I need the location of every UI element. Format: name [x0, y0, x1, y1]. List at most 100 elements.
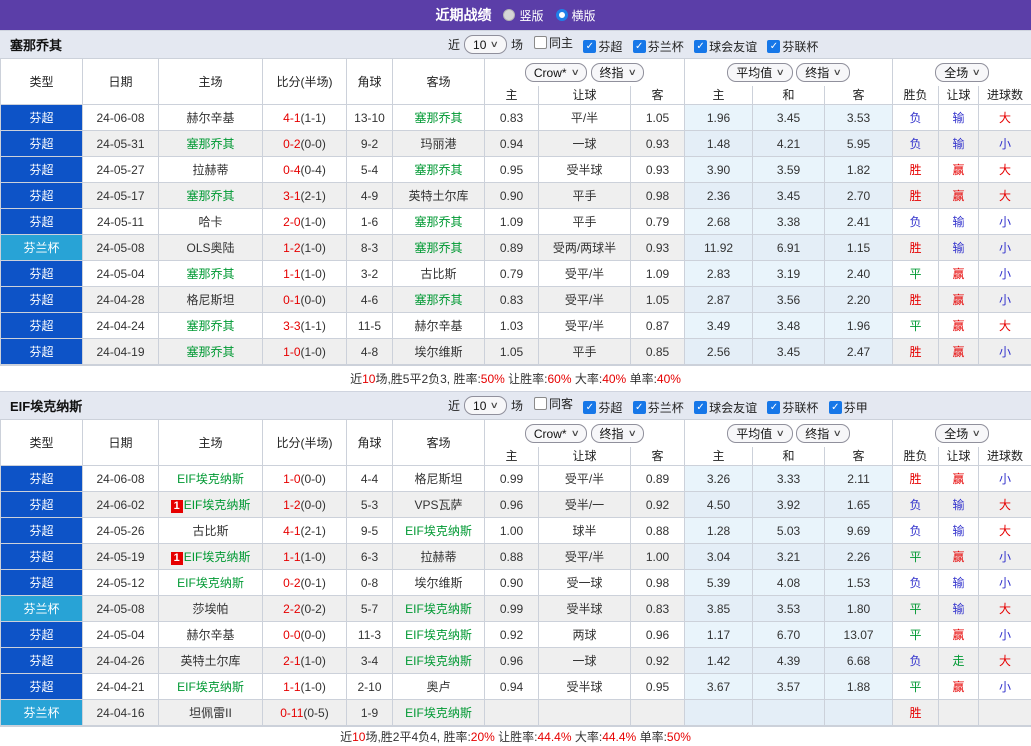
score-cell: 2-1(1-0): [263, 648, 347, 674]
score-cell: 0-1(0-0): [263, 287, 347, 313]
avg-draw: 3.59: [753, 157, 825, 183]
bookmaker-select[interactable]: Crow*∨: [525, 63, 587, 82]
avg-stage-select[interactable]: 终指∨: [796, 424, 850, 443]
avg-away: 1.65: [825, 492, 893, 518]
avg-select[interactable]: 平均值∨: [727, 424, 793, 443]
result-handicap: 赢: [939, 622, 979, 648]
radio-vertical-layout[interactable]: [503, 9, 515, 21]
radio-horizontal-label[interactable]: 横版: [572, 7, 596, 24]
result-handicap: [939, 700, 979, 726]
checkbox-label[interactable]: 球会友谊: [709, 399, 757, 416]
checkbox-label[interactable]: 同客: [549, 395, 573, 412]
col-odds-home: 主: [485, 86, 539, 105]
bookmaker-select[interactable]: Crow*∨: [525, 424, 587, 443]
checkbox-icon[interactable]: [583, 40, 596, 53]
chevron-down-icon: ∨: [570, 67, 579, 78]
league-filter-checkbox[interactable]: 芬超: [583, 399, 622, 416]
league-badge: 芬超: [1, 674, 83, 700]
corner-cell: 3-2: [347, 261, 393, 287]
odds-away: 0.83: [631, 596, 685, 622]
avg-home: 3.85: [685, 596, 753, 622]
score-cell: 4-1(1-1): [263, 105, 347, 131]
league-filter-checkbox[interactable]: 芬联杯: [767, 399, 818, 416]
col-avg-home: 主: [685, 447, 753, 466]
avg-home: 3.49: [685, 313, 753, 339]
checkbox-label[interactable]: 芬超: [598, 399, 622, 416]
checkbox-icon[interactable]: [633, 40, 646, 53]
col-res-goals: 进球数: [979, 447, 1031, 466]
league-filter-checkbox[interactable]: 芬兰杯: [633, 399, 684, 416]
checkbox-icon[interactable]: [767, 40, 780, 53]
odds-handicap: 受半/一: [539, 492, 631, 518]
match-date: 24-04-19: [83, 339, 159, 365]
games-count-select[interactable]: 10∨: [464, 35, 507, 54]
avg-select[interactable]: 平均值∨: [727, 63, 793, 82]
checkbox-label[interactable]: 芬甲: [844, 399, 868, 416]
odds-away: 0.96: [631, 622, 685, 648]
league-filter-checkbox[interactable]: 同客: [534, 395, 573, 412]
odds-handicap: 平手: [539, 339, 631, 365]
league-filter-checkbox[interactable]: 球会友谊: [694, 399, 757, 416]
fulltime-select[interactable]: 全场∨: [935, 424, 989, 443]
home-team: 1EIF埃克纳斯: [159, 544, 263, 570]
score-cell: 4-1(2-1): [263, 518, 347, 544]
odds-handicap: [539, 700, 631, 726]
league-filter-checkbox[interactable]: 芬甲: [829, 399, 868, 416]
corner-cell: 13-10: [347, 105, 393, 131]
corner-cell: 2-10: [347, 674, 393, 700]
odds-handicap: 平手: [539, 183, 631, 209]
league-filter-checkbox[interactable]: 同主: [534, 34, 573, 51]
checkbox-icon[interactable]: [694, 40, 707, 53]
avg-home: 3.04: [685, 544, 753, 570]
checkbox-label[interactable]: 同主: [549, 34, 573, 51]
result-wdl: 平: [893, 313, 939, 339]
avg-away: 1.96: [825, 313, 893, 339]
fulltime-select[interactable]: 全场∨: [935, 63, 989, 82]
fulltime-score: 0-0: [283, 628, 300, 642]
checkbox-label[interactable]: 芬兰杯: [648, 38, 684, 55]
avg-stage-select[interactable]: 终指∨: [796, 63, 850, 82]
match-date: 24-04-24: [83, 313, 159, 339]
checkbox-label[interactable]: 芬联杯: [782, 38, 818, 55]
table-row: 芬超 24-04-24 塞那乔其 3-3(1-1) 11-5 赫尔辛基 1.03…: [1, 313, 1031, 339]
radio-horizontal-layout[interactable]: [556, 9, 568, 21]
result-wdl: 胜: [893, 157, 939, 183]
checkbox-label[interactable]: 芬超: [598, 38, 622, 55]
odds-stage-select[interactable]: 终指∨: [591, 424, 645, 443]
checkbox-icon[interactable]: [534, 36, 547, 49]
score-cell: 1-1(1-0): [263, 674, 347, 700]
avg-away: 3.53: [825, 105, 893, 131]
checkbox-label[interactable]: 球会友谊: [709, 38, 757, 55]
checkbox-icon[interactable]: [694, 401, 707, 414]
league-filter-checkbox[interactable]: 芬联杯: [767, 38, 818, 55]
team-section-1: 塞那乔其 近 10∨ 场 同主 芬超 芬兰杯 球会友谊 芬联杯: [0, 30, 1031, 391]
league-filter-checkbox[interactable]: 球会友谊: [694, 38, 757, 55]
result-goals: 大: [979, 518, 1031, 544]
checkbox-label[interactable]: 芬联杯: [782, 399, 818, 416]
result-wdl: 负: [893, 648, 939, 674]
league-filter-checkbox[interactable]: 芬兰杯: [633, 38, 684, 55]
checkbox-icon[interactable]: [633, 401, 646, 414]
radio-vertical-label[interactable]: 竖版: [519, 7, 543, 24]
odds-handicap: 球半: [539, 518, 631, 544]
summary-line: 近10场,胜5平2负3, 胜率:50% 让胜率:60% 大率:40% 单率:40…: [0, 365, 1031, 391]
odds-away: 0.88: [631, 518, 685, 544]
checkbox-icon[interactable]: [583, 401, 596, 414]
checkbox-icon[interactable]: [534, 397, 547, 410]
checkbox-label[interactable]: 芬兰杯: [648, 399, 684, 416]
checkbox-icon[interactable]: [829, 401, 842, 414]
halftime-score: (0-0): [301, 498, 326, 512]
col-odds-handicap: 让球: [539, 86, 631, 105]
league-filter-checkbox[interactable]: 芬超: [583, 38, 622, 55]
away-team: 格尼斯坦: [393, 466, 485, 492]
result-wdl: 平: [893, 622, 939, 648]
games-count-select[interactable]: 10∨: [464, 396, 507, 415]
checkbox-icon[interactable]: [767, 401, 780, 414]
odds-home: 0.94: [485, 131, 539, 157]
score-cell: 0-2(0-1): [263, 570, 347, 596]
col-home: 主场: [159, 420, 263, 466]
odds-stage-select[interactable]: 终指∨: [591, 63, 645, 82]
match-date: 24-06-02: [83, 492, 159, 518]
result-handicap: 输: [939, 518, 979, 544]
avg-draw: [753, 700, 825, 726]
